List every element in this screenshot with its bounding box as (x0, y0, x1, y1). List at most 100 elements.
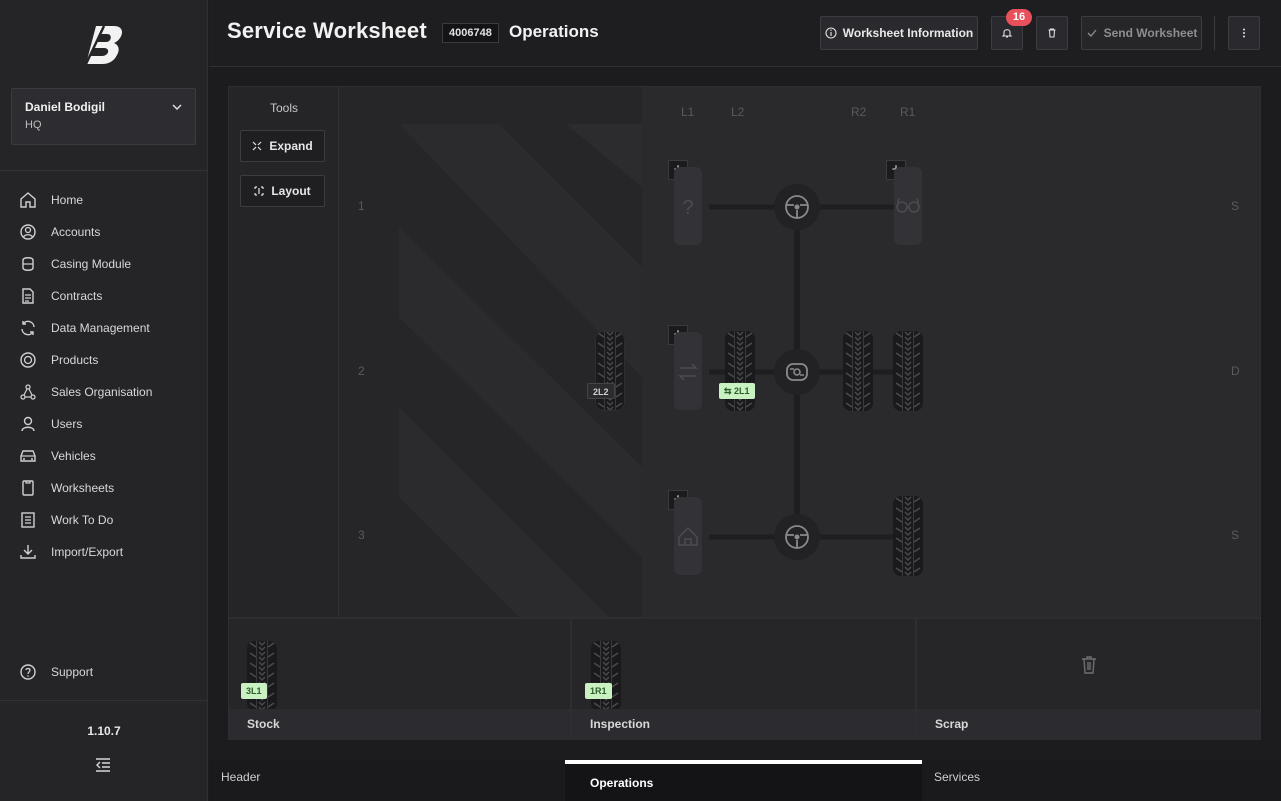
user-selector[interactable]: Daniel Bodigil HQ (11, 88, 196, 145)
trash-icon (1048, 28, 1056, 38)
download-icon (20, 545, 36, 559)
tyre-slot-1R1[interactable] (894, 167, 922, 245)
nav-label: Contracts (51, 289, 103, 303)
stock-tyre-tag: 3L1 (241, 683, 267, 699)
worksheet-id-badge: 4006748 (442, 23, 499, 43)
stock-home-icon (678, 526, 698, 546)
tools-panel: Tools Expand Layout (229, 87, 339, 617)
tyre-2L1-tag-label: 2L1 (734, 386, 750, 396)
nav-item-users[interactable]: Users (0, 408, 208, 440)
info-icon (825, 27, 837, 39)
toolbar-divider (1214, 16, 1215, 50)
send-worksheet-label: Send Worksheet (1103, 26, 1198, 40)
tyre-tread (893, 331, 923, 411)
send-worksheet-button[interactable]: Send Worksheet (1081, 16, 1202, 50)
staged-tyre-tag: 2L2 (587, 383, 615, 399)
inspection-tyre[interactable] (591, 641, 621, 711)
tyre-tread (843, 331, 873, 411)
nav-label: Casing Module (51, 257, 132, 271)
bridgestone-logo[interactable] (82, 22, 128, 68)
drive-hub-axle2 (774, 349, 820, 395)
inspection-glasses-icon (896, 197, 920, 213)
worksheet-information-label: Worksheet Information (842, 26, 974, 40)
user-name: Daniel Bodigil (25, 100, 106, 114)
scrap-bin-label: Scrap (917, 709, 1260, 739)
swap-icon (678, 363, 698, 381)
help-icon (20, 664, 36, 680)
expand-button[interactable]: Expand (240, 130, 325, 162)
tyre-tread (591, 641, 621, 711)
nav-label: Support (51, 665, 94, 679)
tyre-3R1[interactable] (893, 496, 923, 576)
more-vertical-icon (1243, 28, 1245, 38)
scrap-bin[interactable]: Scrap (916, 618, 1261, 740)
contract-icon (22, 288, 34, 304)
nav-item-vehicles[interactable]: Vehicles (0, 440, 208, 472)
axle-number-3: 3 (358, 528, 365, 542)
steering-wheel-icon (785, 195, 809, 219)
inspection-bin-label: Inspection (572, 709, 915, 739)
staging-area: 2L2 (339, 87, 642, 617)
nav-item-sales-organisation[interactable]: Sales Organisation (0, 376, 208, 408)
nav-item-casing-module[interactable]: Casing Module (0, 248, 208, 280)
tyre-slot-1L1[interactable]: ? (674, 167, 702, 245)
nav-label: Products (51, 353, 99, 367)
axle-number-2: 2 (358, 364, 365, 378)
tyre-slot-2L2[interactable] (674, 332, 702, 410)
page-subtitle: Operations (509, 22, 599, 41)
bell-icon (1001, 29, 1013, 38)
more-options-button[interactable] (1228, 16, 1260, 50)
check-icon (1087, 29, 1097, 37)
nav-item-import-export[interactable]: Import/Export (0, 536, 208, 568)
steering-hub-axle3 (774, 514, 820, 560)
steering-wheel-icon (785, 525, 809, 549)
layout-icon (254, 186, 264, 196)
top-bar: Service Worksheet 4006748 Operations Wor… (209, 0, 1281, 67)
main-nav: Home Accounts Casing Module Contracts Da… (0, 184, 208, 568)
nav-item-products[interactable]: Products (0, 344, 208, 376)
nav-item-accounts[interactable]: Accounts (0, 216, 208, 248)
tab-operations[interactable]: Operations (565, 760, 922, 801)
tyre-slot-3L1[interactable] (674, 497, 702, 575)
collapse-sidebar-icon[interactable] (94, 756, 112, 774)
tab-header[interactable]: Header (221, 760, 561, 801)
worksheet-icon (22, 480, 34, 496)
tyre-2R2[interactable] (843, 331, 873, 411)
nav-label: Users (51, 417, 83, 431)
nav-item-worksheets[interactable]: Worksheets (0, 472, 208, 504)
home-icon (20, 192, 36, 208)
nav-item-contracts[interactable]: Contracts (0, 280, 208, 312)
page-title: Service Worksheet (227, 18, 427, 43)
trash-icon (1082, 656, 1096, 674)
tyre-2R1[interactable] (893, 331, 923, 411)
checklist-icon (21, 512, 35, 528)
stock-tyre[interactable] (247, 641, 277, 711)
nav-label: Accounts (51, 225, 101, 239)
tyre-2L1[interactable] (725, 331, 755, 411)
organisation-icon (20, 384, 36, 400)
nav-item-data-management[interactable]: Data Management (0, 312, 208, 344)
user-icon (21, 416, 35, 432)
nav-label: Work To Do (51, 513, 114, 527)
steering-hub-axle1 (774, 184, 820, 230)
stock-bin-label: Stock (229, 709, 570, 739)
notification-count-badge: 16 (1006, 9, 1032, 26)
inspection-bin[interactable]: 1R1 Inspection (571, 618, 916, 740)
vehicle-axle-layout: L1 L2 R2 R1 1 2 3 S D S + ? + + (358, 87, 1260, 617)
sidebar: Daniel Bodigil HQ Home Accounts Casing M… (0, 0, 208, 801)
nav-label: Worksheets (51, 481, 115, 495)
expand-icon (252, 141, 262, 151)
worksheet-information-button[interactable]: Worksheet Information (820, 16, 978, 50)
user-org: HQ (25, 119, 42, 131)
operations-workspace: Tools Expand Layout 2L2 L1 L2 R2 R1 1 2 … (228, 86, 1261, 618)
tools-title: Tools (269, 101, 298, 115)
nav-item-support[interactable]: Support (0, 656, 208, 688)
tab-services[interactable]: Services (934, 760, 1274, 801)
layout-button[interactable]: Layout (240, 175, 325, 207)
bottom-tab-bar: Header Operations Services (209, 760, 1281, 801)
nav-item-home[interactable]: Home (0, 184, 208, 216)
vehicle-icon (20, 450, 36, 462)
nav-item-work-to-do[interactable]: Work To Do (0, 504, 208, 536)
stock-bin[interactable]: 3L1 Stock (228, 618, 571, 740)
delete-worksheet-button[interactable] (1036, 16, 1068, 50)
